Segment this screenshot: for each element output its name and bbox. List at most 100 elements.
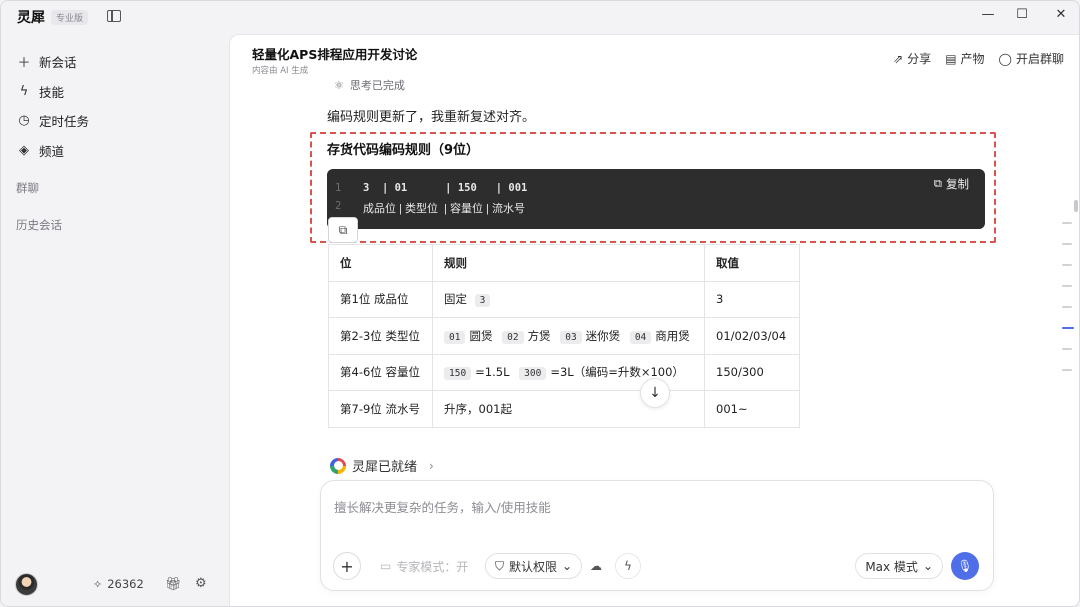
scroll-to-bottom-button[interactable]: ↓ xyxy=(640,378,670,408)
chevron-down-icon: ⌄ xyxy=(922,559,933,573)
table-cell: 3 xyxy=(704,280,800,318)
composer-toolbar: + ▭ 专家模式：开 ⛉ 默认权限 ⌄ ☁ ϟ Max 模式 ⌄ 🎙︎ xyxy=(333,552,981,580)
column-header: 取值 xyxy=(704,244,800,282)
sidebar-item-label: 新会话 xyxy=(39,55,77,71)
chat-panel: 轻量化APS排程应用开发讨论 内容由 AI 生成 ⇗ 分享 ▤ 产物 ◯ 开启群… xyxy=(229,34,1079,606)
add-attachment-button[interactable]: + xyxy=(333,552,361,580)
rules-table: 位 规则 取值 第1位 成品位 固定 3 3 第2-3位 类型位 01 圆煲 0… xyxy=(328,244,800,428)
code-chip: 3 xyxy=(474,294,491,308)
artifacts-button[interactable]: ▤ 产物 xyxy=(945,50,984,67)
history-section-label: 历史会话 xyxy=(16,218,62,232)
brand: 灵犀 专业版 xyxy=(17,7,89,27)
app-window: 灵犀 专业版 ＋ 新会话 ϟ 技能 ◷ 定时任务 ◈ 频道 群聊 历史会话 ✧ … xyxy=(0,0,1080,607)
sidebar-item-skills[interactable]: ϟ 技能 xyxy=(13,77,217,107)
table-cell: 固定 3 xyxy=(432,280,705,318)
code-chip: 01 xyxy=(444,330,466,344)
table-cell: 第1位 成品位 xyxy=(328,280,433,318)
credits-value: 26362 xyxy=(107,577,144,591)
line-number: 2 xyxy=(335,200,342,212)
copy-code-button[interactable]: ⧉ 复制 xyxy=(934,176,969,192)
thinking-icon: ⚛ xyxy=(334,78,344,92)
channel-icon: ◈ xyxy=(19,142,29,158)
lightning-icon: ϟ xyxy=(19,83,29,99)
share-icon: ⇗ xyxy=(893,51,904,66)
cloud-icon: ☁ xyxy=(590,559,602,573)
header-actions: ⇗ 分享 ▤ 产物 ◯ 开启群聊 xyxy=(893,50,1064,67)
sidebar: 灵犀 专业版 ＋ 新会话 ϟ 技能 ◷ 定时任务 ◈ 频道 群聊 历史会话 ✧ … xyxy=(1,1,229,606)
sidebar-item-label: 定时任务 xyxy=(39,114,90,130)
table-row: 第7-9位 流水号 升序，001起 001~ xyxy=(328,390,800,428)
clock-icon: ◷ xyxy=(18,113,30,129)
monitor-icon: ▭ xyxy=(380,559,392,573)
line-number: 1 xyxy=(335,182,342,194)
gift-icon[interactable]: 🎁︎ xyxy=(165,577,182,592)
scrollbar[interactable] xyxy=(1074,200,1078,212)
table-cell: 001~ xyxy=(704,390,800,428)
code-line: 2 成品位 | 类型位 | 容量位 | 流水号 xyxy=(335,200,525,216)
lightning-icon: ϟ xyxy=(624,559,632,573)
chat-title: 轻量化APS排程应用开发讨论 xyxy=(252,47,418,62)
ai-generated-note: 内容由 AI 生成 xyxy=(252,66,309,76)
maximize-icon[interactable]: ☐ xyxy=(1012,7,1032,22)
share-button[interactable]: ⇗ 分享 xyxy=(893,50,931,67)
avatar[interactable] xyxy=(15,573,38,596)
voice-input-button[interactable]: 🎙︎ xyxy=(951,552,979,580)
message-minimap[interactable] xyxy=(1062,222,1074,390)
plus-icon: ＋ xyxy=(17,56,31,72)
sidebar-item-label: 频道 xyxy=(39,143,65,159)
sidebar-item-scheduled-tasks[interactable]: ◷ 定时任务 xyxy=(13,106,217,136)
chevron-down-icon: ⌄ xyxy=(562,559,573,573)
start-group-chat-button[interactable]: ◯ 开启群聊 xyxy=(999,50,1064,67)
skills-button[interactable]: ϟ xyxy=(615,553,641,579)
sparkle-icon: ✧ xyxy=(93,577,103,591)
table-row: 第4-6位 容量位 150 =1.5L 300 =3L（编码=升数×100） 150… xyxy=(328,353,800,391)
archive-icon: ▤ xyxy=(945,51,957,66)
arrow-down-icon: ↓ xyxy=(649,385,661,401)
table-row: 第2-3位 类型位 01 圆煲 02 方煲 03 迷你煲 04 商用煲 01/02/03… xyxy=(328,317,800,355)
gear-icon[interactable]: ⚙ xyxy=(195,576,207,591)
code-text: 成品位 | 类型位 | 容量位 | 流水号 xyxy=(363,203,525,215)
code-chip: 300 xyxy=(519,367,547,381)
code-block: 1 3 | 01 | 150 | 001 2 成品位 | 类型位 | 容量位 |… xyxy=(327,169,985,229)
plus-icon: + xyxy=(340,556,354,576)
minimize-icon[interactable]: — xyxy=(978,7,998,22)
code-chip: 03 xyxy=(560,330,582,344)
credits-counter[interactable]: ✧ 26362 xyxy=(93,577,144,591)
shield-icon: ⛉ xyxy=(495,558,505,573)
code-chip: 04 xyxy=(629,330,652,344)
expert-mode-toggle[interactable]: ▭ 专家模式：开 xyxy=(371,553,477,579)
code-chip: 02 xyxy=(502,330,524,344)
table-cell: 150/300 xyxy=(704,353,800,391)
sidebar-item-channels[interactable]: ◈ 频道 xyxy=(13,136,217,166)
copy-icon[interactable]: ⧉ xyxy=(328,217,358,243)
section-title: 存货代码编码规则（9位） xyxy=(327,143,480,158)
message-input[interactable]: 擅长解决更复杂的任务，输入/使用技能 xyxy=(334,497,551,516)
composer: 擅长解决更复杂的任务，输入/使用技能 + ▭ 专家模式：开 ⛉ 默认权限 ⌄ ☁ xyxy=(320,480,994,591)
app-name: 灵犀 xyxy=(17,10,45,26)
message-intro: 编码规则更新了，我重新复述对齐。 xyxy=(327,110,536,125)
sidebar-item-label: 技能 xyxy=(39,84,65,100)
sidebar-item-new-chat[interactable]: ＋ 新会话 xyxy=(13,47,217,77)
table-header-row: 位 规则 取值 xyxy=(328,244,800,282)
copy-icon: ⧉ xyxy=(933,177,942,190)
sidebar-toggle-icon[interactable] xyxy=(107,10,121,22)
thinking-status[interactable]: ⚛ 思考已完成 xyxy=(334,77,405,93)
model-mode-dropdown[interactable]: Max 模式 ⌄ xyxy=(855,553,943,579)
chat-bubble-icon: ◯ xyxy=(998,51,1012,66)
table-row: 第1位 成品位 固定 3 3 xyxy=(328,280,800,318)
sidebar-nav: ＋ 新会话 ϟ 技能 ◷ 定时任务 ◈ 频道 xyxy=(13,47,217,165)
table-cell: 第2-3位 类型位 xyxy=(328,317,433,355)
code-line: 1 3 | 01 | 150 | 001 xyxy=(335,182,527,194)
close-icon[interactable]: ✕ xyxy=(1051,7,1071,22)
sidebar-footer: ✧ 26362 🎁︎ ⚙ xyxy=(15,573,215,597)
assistant-logo-icon xyxy=(330,457,346,474)
permission-dropdown[interactable]: ⛉ 默认权限 ⌄ xyxy=(485,553,583,579)
code-chip: 150 xyxy=(444,367,472,381)
table-cell: 01/02/03/04 xyxy=(704,317,800,355)
assistant-status[interactable]: 灵犀已就绪 › xyxy=(330,456,434,475)
table-cell: 01 圆煲 02 方煲 03 迷你煲 04 商用煲 xyxy=(432,317,705,355)
chevron-right-icon: › xyxy=(429,458,434,473)
edition-badge: 专业版 xyxy=(51,9,89,25)
cloud-button[interactable]: ☁ xyxy=(583,553,609,579)
table-cell: 第4-6位 容量位 xyxy=(328,353,433,391)
